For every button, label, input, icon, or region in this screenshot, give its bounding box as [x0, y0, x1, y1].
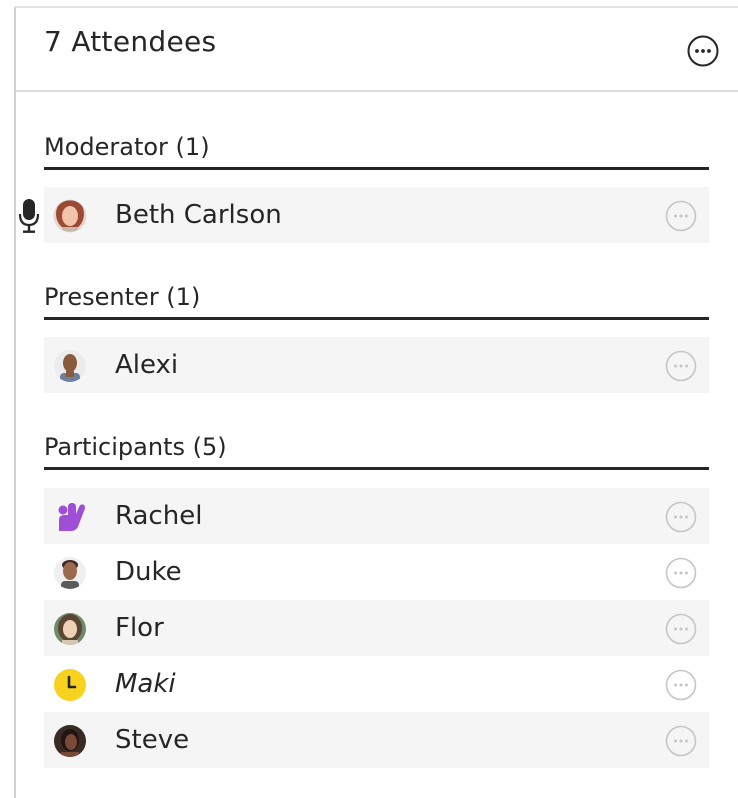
panel-header: 7 Attendees [16, 8, 738, 92]
more-options-icon [687, 35, 719, 67]
section-header-moderator: Moderator (1) [44, 126, 709, 170]
attendee-more-options-button[interactable] [664, 556, 698, 590]
panel-left-border [14, 6, 16, 798]
attendee-name: Beth Carlson [115, 200, 282, 230]
more-options-icon [665, 501, 697, 533]
away-clock-icon [54, 669, 86, 701]
avatar [54, 613, 86, 645]
section-label-moderator: Moderator (1) [44, 133, 210, 161]
more-options-icon [665, 669, 697, 701]
attendee-row-alexi[interactable]: Alexi [44, 337, 709, 393]
attendee-more-options-button[interactable] [664, 668, 698, 702]
raised-hand-icon [58, 503, 85, 531]
attendee-name: Steve [115, 725, 190, 755]
microphone-icon [18, 199, 40, 233]
attendee-more-options-button[interactable] [664, 724, 698, 758]
attendee-more-options-button[interactable] [664, 199, 698, 233]
attendee-row-maki[interactable]: Maki [44, 656, 709, 712]
attendee-count-title: 7 Attendees [44, 25, 217, 58]
section-header-presenter: Presenter (1) [44, 276, 709, 320]
avatar [53, 199, 87, 233]
more-options-icon [665, 557, 697, 589]
attendee-more-options-button[interactable] [664, 500, 698, 534]
more-options-icon [665, 613, 697, 645]
attendee-more-options-button[interactable] [664, 612, 698, 646]
more-options-icon [665, 200, 697, 232]
attendee-row-duke[interactable]: Duke [44, 544, 709, 600]
attendee-name: Maki [115, 669, 176, 699]
attendee-row-flor[interactable]: Flor [44, 600, 709, 656]
attendee-name: Duke [115, 557, 182, 587]
attendee-name: Flor [115, 613, 164, 643]
avatar [54, 725, 86, 757]
attendee-name: Alexi [115, 350, 179, 380]
attendee-name: Rachel [115, 501, 203, 531]
panel-more-options-button[interactable] [686, 34, 720, 68]
attendees-panel: 7 Attendees Moderator (1) Beth Carlson P… [0, 0, 738, 798]
attendee-row-steve[interactable]: Steve [44, 712, 709, 768]
avatar [54, 350, 86, 382]
attendee-row-rachel[interactable]: Rachel [44, 488, 709, 544]
attendee-more-options-button[interactable] [664, 349, 698, 383]
section-header-participants: Participants (5) [44, 426, 709, 470]
section-label-presenter: Presenter (1) [44, 283, 201, 311]
section-label-participants: Participants (5) [44, 433, 227, 461]
more-options-icon [665, 725, 697, 757]
more-options-icon [665, 350, 697, 382]
attendee-row-beth-carlson[interactable]: Beth Carlson [44, 187, 709, 243]
avatar [54, 557, 86, 589]
